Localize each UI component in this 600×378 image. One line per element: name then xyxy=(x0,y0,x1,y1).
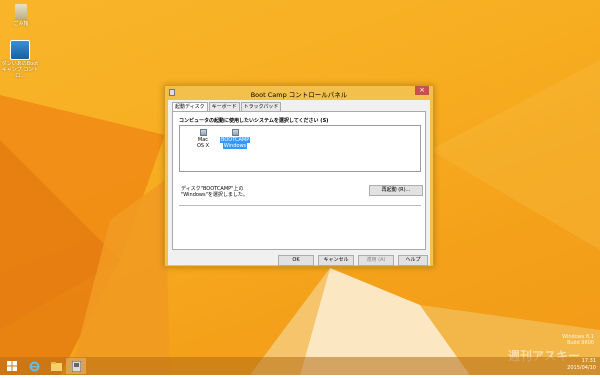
tab-strip: 起動ディスク キーボード トラックパッド xyxy=(172,102,282,112)
file-explorer-icon[interactable] xyxy=(46,358,66,374)
watermark-line: Build 9600 xyxy=(567,340,594,346)
recycle-bin-icon xyxy=(15,4,27,20)
windows-start-icon[interactable] xyxy=(2,358,22,374)
desktop-icon-label: ごみ箱 xyxy=(13,21,29,27)
close-button[interactable]: × xyxy=(415,86,429,95)
windows-logo-icon xyxy=(7,361,17,371)
help-button[interactable]: ヘルプ xyxy=(398,255,428,266)
disk-item-bootcamp-windows[interactable]: BOOTCAMP Windows xyxy=(220,127,251,149)
hard-drive-icon xyxy=(231,129,239,136)
tab-keyboard[interactable]: キーボード xyxy=(208,102,240,111)
ok-button[interactable]: OK xyxy=(278,255,314,266)
title-bar[interactable]: Boot Camp コントロールパネル × xyxy=(165,86,433,100)
bootcamp-taskbar-icon xyxy=(71,360,81,373)
disk-label: Windows xyxy=(222,143,248,149)
startup-disk-list: Mac OS X BOOTCAMP Windows xyxy=(179,125,421,172)
internet-explorer-icon[interactable] xyxy=(24,358,44,374)
cancel-button[interactable]: キャンセル xyxy=(318,255,354,266)
dialog-client-area: 起動ディスク キーボード トラックパッド コンピュータの起動に使用したいシステム… xyxy=(168,100,430,266)
selection-status-text: ディスク"BOOTCAMP"上の "Windows"を選択しました。 xyxy=(181,186,248,198)
select-system-prompt: コンピュータの起動に使用したいシステムを選択してください (S) xyxy=(179,118,329,124)
folder-icon xyxy=(50,362,62,371)
disk-item-mac-os-x[interactable]: Mac OS X xyxy=(188,127,218,149)
taskbar: 17:31 2015/04/10 xyxy=(0,357,600,375)
status-line: "Windows"を選択しました。 xyxy=(181,192,248,198)
windows-build-watermark: Windows 8.1 Build 9600 xyxy=(562,334,594,346)
ie-logo-icon xyxy=(29,361,39,372)
clock-date: 2015/04/10 xyxy=(567,365,596,371)
bootcamp-control-panel-window: Boot Camp コントロールパネル × 起動ディスク キーボード トラックパ… xyxy=(164,85,434,267)
apply-button[interactable]: 適用 (A) xyxy=(358,255,394,266)
taskbar-clock[interactable]: 17:31 2015/04/10 xyxy=(567,358,596,372)
bootcamp-app-icon[interactable] xyxy=(66,358,86,374)
clock-time: 17:31 xyxy=(581,358,596,364)
window-title: Boot Camp コントロールパネル xyxy=(250,91,348,99)
desktop-icon-recycle-bin[interactable]: ごみ箱 xyxy=(1,4,41,27)
disk-label: OS X xyxy=(196,143,210,149)
desktop-icon-bootcamp[interactable]: ダンいあのBootキャンプ コントロ... xyxy=(0,40,40,79)
bootcamp-shortcut-icon xyxy=(10,40,30,60)
restart-button[interactable]: 再起動 (R)... xyxy=(369,185,423,196)
tab-trackpad[interactable]: トラックパッド xyxy=(240,102,282,111)
hard-drive-icon xyxy=(199,129,207,136)
startup-disk-panel: コンピュータの起動に使用したいシステムを選択してください (S) Mac OS … xyxy=(172,111,426,250)
desktop-icon-label: ダンいあのBootキャンプ コントロ... xyxy=(1,61,39,79)
divider xyxy=(179,205,421,206)
